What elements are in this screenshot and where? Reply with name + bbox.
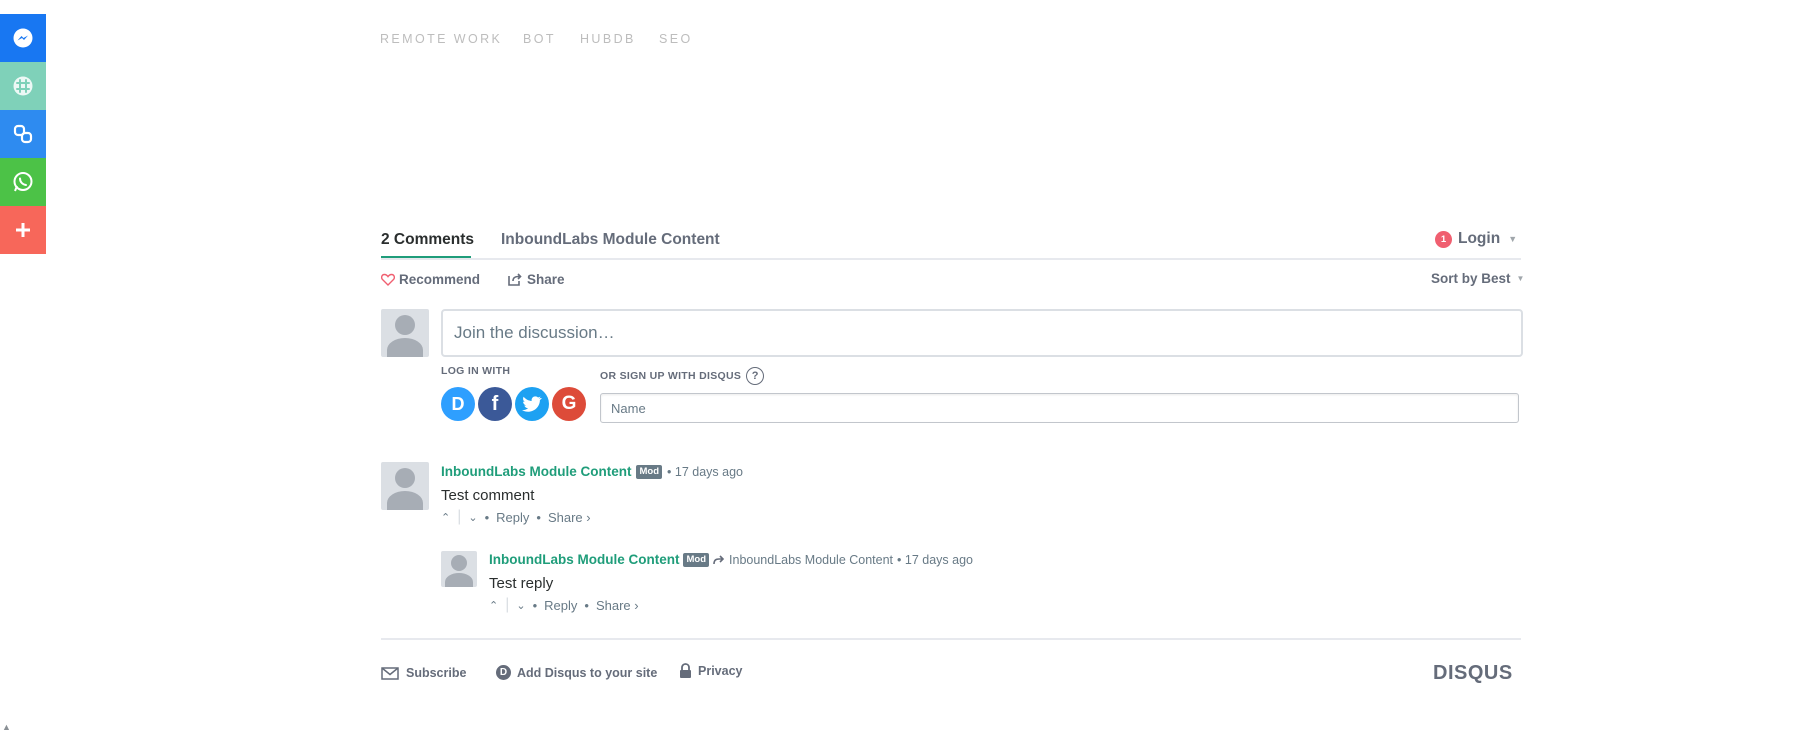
twitter-icon xyxy=(522,396,542,412)
recommend-label: Recommend xyxy=(399,272,481,287)
share-whatsapp-button[interactable] xyxy=(0,158,46,206)
reply-header: InboundLabs Module Content Mod InboundLa… xyxy=(489,552,973,567)
downvote-icon[interactable]: ⌄ xyxy=(516,599,525,612)
comment-author[interactable]: InboundLabs Module Content xyxy=(441,464,631,479)
tab-community[interactable]: InboundLabs Module Content xyxy=(501,231,720,249)
share-comment-button[interactable]: Share › xyxy=(548,510,591,525)
sort-dropdown[interactable]: Sort by Best ▼ xyxy=(1431,271,1524,286)
avatar[interactable] xyxy=(441,551,477,587)
privacy-label: Privacy xyxy=(698,664,743,678)
name-placeholder: Name xyxy=(611,401,646,416)
disqus-login-button[interactable]: D xyxy=(441,387,475,421)
in-reply-to[interactable]: InboundLabs Module Content xyxy=(729,553,893,567)
scroll-up-icon[interactable]: ▲ xyxy=(2,722,11,732)
add-disqus-label: Add Disqus to your site xyxy=(517,665,658,680)
share-more-button[interactable] xyxy=(0,206,46,254)
tag-hubdb[interactable]: HUBDB xyxy=(580,32,636,46)
reply-arrow-icon xyxy=(713,554,725,564)
name-field[interactable]: Name xyxy=(600,393,1519,423)
tag-bot[interactable]: BOT xyxy=(523,32,556,46)
help-icon[interactable]: ? xyxy=(746,367,765,385)
tag-remote-work[interactable]: REMOTE WORK xyxy=(380,32,502,46)
mod-badge: Mod xyxy=(636,464,663,479)
twitter-login-button[interactable] xyxy=(515,387,549,421)
login-menu[interactable]: 1 Login ▼ xyxy=(1435,228,1517,250)
subscribe-link[interactable]: Subscribe xyxy=(381,666,466,680)
comment-text: Test comment xyxy=(441,487,535,504)
avatar[interactable] xyxy=(381,462,429,510)
tab-comments[interactable]: 2 Comments xyxy=(381,231,474,249)
share-thread-button[interactable]: Share xyxy=(508,272,565,287)
upvote-icon[interactable]: ⌃ xyxy=(489,599,498,612)
disqus-d-icon: D xyxy=(451,393,465,414)
share-slack-button[interactable] xyxy=(0,62,46,110)
chevron-down-icon: ▼ xyxy=(1516,274,1525,283)
subscribe-label: Subscribe xyxy=(406,666,467,680)
login-label: Login xyxy=(1458,230,1501,247)
reply-author[interactable]: InboundLabs Module Content xyxy=(489,552,679,567)
share-label: Share xyxy=(527,272,565,287)
comment-composer[interactable]: Join the discussion… xyxy=(441,309,1523,357)
google-icon: G xyxy=(561,393,577,414)
comment-timestamp[interactable]: • 17 days ago xyxy=(667,465,743,479)
mail-icon xyxy=(381,666,399,680)
add-disqus-link[interactable]: D Add Disqus to your site xyxy=(496,665,657,680)
google-login-button[interactable]: G xyxy=(552,387,586,421)
recommend-button[interactable]: Recommend xyxy=(381,272,480,287)
tabs-divider xyxy=(381,258,1521,260)
avatar xyxy=(381,309,429,357)
whatsapp-icon xyxy=(13,172,33,192)
comment-actions: ⌃ | ⌄ • Reply • Share › xyxy=(441,508,591,525)
upvote-icon[interactable]: ⌃ xyxy=(441,511,450,524)
composer-placeholder: Join the discussion… xyxy=(454,323,615,342)
lock-icon xyxy=(680,663,691,678)
messenger-icon xyxy=(13,28,33,48)
social-login-buttons: D f G xyxy=(441,387,586,421)
share-icon xyxy=(508,273,522,286)
disqus-logo[interactable]: DISQUS xyxy=(1433,662,1513,685)
share-comment-button[interactable]: Share › xyxy=(596,598,639,613)
disqus-d-icon: D xyxy=(496,665,511,680)
privacy-link[interactable]: Privacy xyxy=(679,663,742,679)
mod-badge: Mod xyxy=(683,552,710,567)
downvote-icon[interactable]: ⌄ xyxy=(468,511,477,524)
share-copy-link-button[interactable] xyxy=(0,110,46,158)
reply-actions: ⌃ | ⌄ • Reply • Share › xyxy=(489,596,639,613)
reply-button[interactable]: Reply xyxy=(544,598,577,613)
reply-button[interactable]: Reply xyxy=(496,510,529,525)
reply-timestamp[interactable]: • 17 days ago xyxy=(897,553,973,567)
comment-header: InboundLabs Module Content Mod • 17 days… xyxy=(441,464,743,479)
footer-divider xyxy=(381,638,1521,640)
sort-label: Sort by Best xyxy=(1431,271,1511,286)
tag-seo[interactable]: SEO xyxy=(659,32,693,46)
share-messenger-button[interactable] xyxy=(0,14,46,62)
sign-up-row: OR SIGN UP WITH DISQUS ? xyxy=(600,367,765,385)
log-in-with-label: LOG IN WITH xyxy=(441,365,511,377)
facebook-icon: f xyxy=(491,392,499,415)
heart-icon xyxy=(381,273,395,286)
chevron-down-icon: ▼ xyxy=(1508,234,1518,244)
facebook-login-button[interactable]: f xyxy=(478,387,512,421)
copy-link-icon xyxy=(13,124,33,144)
plus-icon xyxy=(16,223,30,237)
notification-badge: 1 xyxy=(1435,230,1452,248)
sign-up-label: OR SIGN UP WITH DISQUS xyxy=(600,370,742,382)
slack-icon xyxy=(13,76,33,96)
reply-text: Test reply xyxy=(489,575,554,592)
